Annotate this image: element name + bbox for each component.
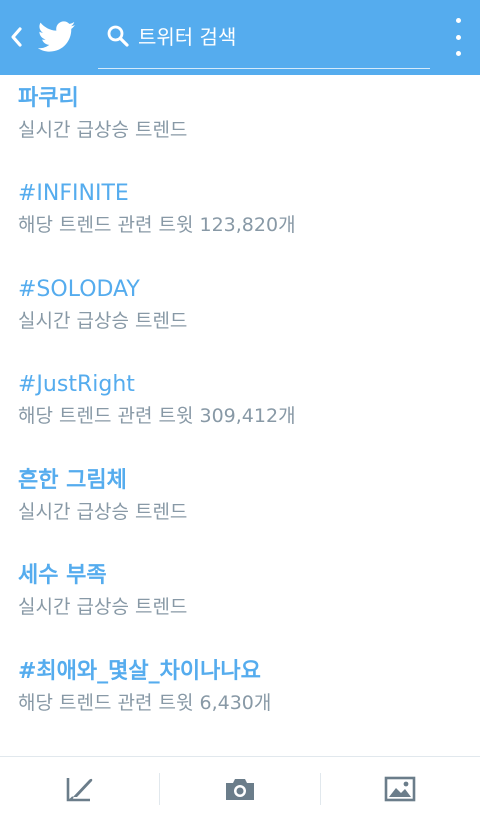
camera-button[interactable]	[160, 757, 320, 820]
search-input[interactable]: 트위터 검색	[98, 14, 430, 69]
app-root: 트위터 검색 파쿠리 실시간 급상승 트렌드 #INFINITE 해당 트렌드 …	[0, 0, 480, 820]
trend-subtitle: 해당 트렌드 관련 트윗 123,820개	[18, 212, 296, 238]
trend-item[interactable]: 세수 부족 실시간 급상승 트렌드	[0, 552, 480, 647]
trend-description: 해당 트렌드 관련 트윗	[18, 692, 194, 714]
trend-subtitle: 실시간 급상승 트렌드	[18, 499, 187, 525]
trend-name: 흔한 그림체	[18, 468, 127, 493]
trend-description: 해당 트렌드 관련 트윗	[18, 405, 194, 427]
top-bar: 트위터 검색	[0, 0, 480, 75]
tweet-count: 123,820개	[199, 214, 296, 236]
trend-description: 실시간 급상승 트렌드	[18, 310, 188, 332]
trend-item[interactable]: #최애와_몇살_차이나나요 해당 트렌드 관련 트윗 6,430개	[0, 648, 480, 743]
compose-tweet-icon	[66, 778, 93, 802]
trend-description: 실시간 급상승 트렌드	[18, 119, 188, 141]
trend-name: 세수 부족	[18, 563, 107, 588]
bottom-toolbar	[0, 756, 480, 820]
trend-item[interactable]: #INFINITE 해당 트렌드 관련 트윗 123,820개	[0, 170, 480, 265]
overflow-menu-button[interactable]	[446, 18, 470, 56]
tweet-count: 6,430개	[199, 692, 272, 714]
trend-description: 해당 트렌드 관련 트윗	[18, 214, 194, 236]
search-icon	[107, 25, 129, 47]
search-placeholder: 트위터 검색	[138, 25, 237, 49]
trend-name: #INFINITE	[18, 181, 129, 206]
trend-item[interactable]: #SOLODAY 실시간 급상승 트렌드	[0, 266, 480, 361]
menu-dot	[455, 34, 461, 40]
tweet-count: 309,412개	[199, 405, 296, 427]
trend-subtitle: 실시간 급상승 트렌드	[18, 117, 187, 143]
trend-subtitle: 실시간 급상승 트렌드	[18, 308, 187, 334]
trend-item[interactable]: #JustRight 해당 트렌드 관련 트윗 309,412개	[0, 361, 480, 456]
chevron-left-icon	[11, 27, 22, 47]
menu-dot	[455, 51, 461, 56]
trend-name: #JustRight	[18, 372, 135, 397]
trend-item[interactable]: 흔한 그림체 실시간 급상승 트렌드	[0, 457, 480, 552]
twitter-bird-icon[interactable]	[37, 20, 76, 54]
trend-name: 파쿠리	[18, 86, 79, 111]
trend-subtitle: 해당 트렌드 관련 트윗 309,412개	[18, 403, 296, 429]
trend-name: #SOLODAY	[18, 277, 140, 302]
camera-icon	[226, 779, 254, 800]
trend-subtitle: 실시간 급상승 트렌드	[18, 594, 187, 620]
trend-item[interactable]: 파쿠리 실시간 급상승 트렌드	[0, 75, 480, 170]
compose-button[interactable]	[0, 757, 160, 820]
trend-subtitle: 해당 트렌드 관련 트윗 6,430개	[18, 690, 271, 716]
trend-description: 실시간 급상승 트렌드	[18, 596, 188, 618]
menu-dot	[455, 18, 461, 23]
trend-description: 실시간 급상승 트렌드	[18, 501, 188, 523]
image-gallery-icon	[384, 776, 416, 802]
gallery-button[interactable]	[320, 757, 480, 820]
trend-name: #최애와_몇살_차이나나요	[18, 659, 261, 684]
back-button[interactable]	[6, 22, 26, 52]
